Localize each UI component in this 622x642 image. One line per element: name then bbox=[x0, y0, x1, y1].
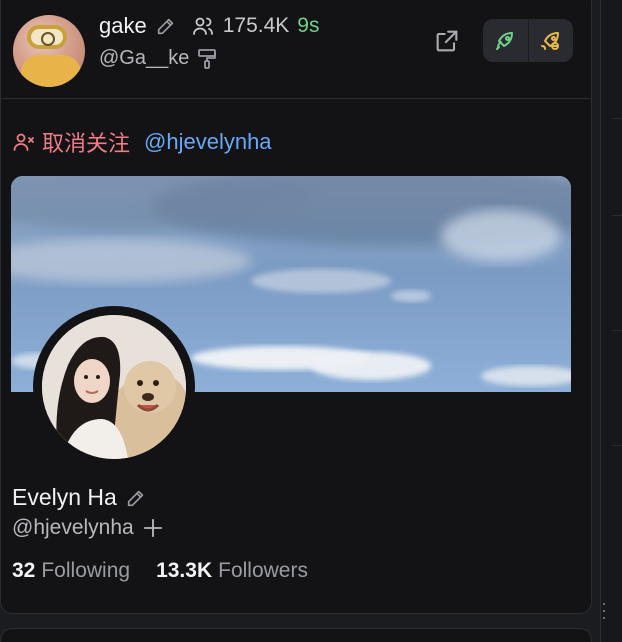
followers-count: 13.3K bbox=[156, 559, 213, 582]
following-stat[interactable]: 32 Following bbox=[12, 559, 130, 583]
gutter-divider bbox=[612, 330, 622, 331]
account-avatar[interactable] bbox=[13, 15, 85, 87]
profile-stats: 32 Following 13.3K Followers bbox=[12, 559, 308, 583]
user-x-icon bbox=[12, 130, 36, 154]
account-followers-count: 175.4K bbox=[222, 14, 290, 37]
profile-handle-row: @hjevelynha bbox=[12, 516, 164, 540]
paint-roller-icon[interactable] bbox=[197, 48, 217, 70]
right-gutter bbox=[600, 0, 622, 642]
avatar-figure bbox=[21, 55, 81, 87]
gutter-divider bbox=[612, 445, 622, 446]
profile-photo bbox=[42, 315, 186, 459]
profile-handle[interactable]: @hjevelynha bbox=[12, 516, 134, 540]
avatar-goggle bbox=[27, 25, 67, 49]
plus-icon[interactable] bbox=[142, 517, 164, 539]
users-icon bbox=[191, 14, 215, 38]
external-link-icon[interactable] bbox=[433, 27, 461, 55]
boost-button-group bbox=[483, 19, 573, 62]
followers-label: Followers bbox=[218, 559, 308, 582]
following-count: 32 bbox=[12, 559, 36, 582]
mention-link[interactable]: @hjevelynha bbox=[144, 129, 272, 155]
page: gake 175.4K 9s @Ga__ke 取消关注 @hjevelynha … bbox=[0, 0, 622, 642]
account-name[interactable]: gake bbox=[99, 13, 147, 39]
pencil-icon[interactable] bbox=[125, 487, 147, 509]
boost-button[interactable] bbox=[483, 19, 528, 62]
account-time-ago: 9s bbox=[297, 14, 320, 37]
profile-avatar[interactable] bbox=[33, 306, 195, 468]
unfollow-label: 取消关注 bbox=[42, 131, 131, 156]
next-card-edge bbox=[0, 628, 592, 642]
boost-alt-button[interactable] bbox=[527, 19, 574, 62]
rocket-icon bbox=[493, 29, 517, 53]
profile-name-row: Evelyn Ha bbox=[12, 484, 147, 511]
account-handle[interactable]: @Ga__ke bbox=[99, 47, 189, 70]
profile-name: Evelyn Ha bbox=[12, 484, 117, 510]
followers-stat[interactable]: 13.3K Followers bbox=[156, 559, 308, 583]
account-name-row: gake 175.4K 9s bbox=[99, 13, 319, 39]
gutter-divider bbox=[612, 215, 622, 216]
following-label: Following bbox=[41, 559, 131, 582]
drag-handle-icon[interactable] bbox=[603, 603, 606, 619]
account-handle-row: @Ga__ke bbox=[99, 47, 217, 70]
gutter-divider bbox=[612, 118, 622, 119]
account-header: gake 175.4K 9s @Ga__ke bbox=[1, 1, 591, 99]
action-row: 取消关注 @hjevelynha bbox=[12, 128, 272, 156]
pencil-icon[interactable] bbox=[155, 15, 177, 37]
unfollow-button[interactable]: 取消关注 bbox=[12, 126, 130, 158]
rocket-fire-icon bbox=[539, 29, 563, 53]
gutter-divider bbox=[600, 0, 601, 642]
